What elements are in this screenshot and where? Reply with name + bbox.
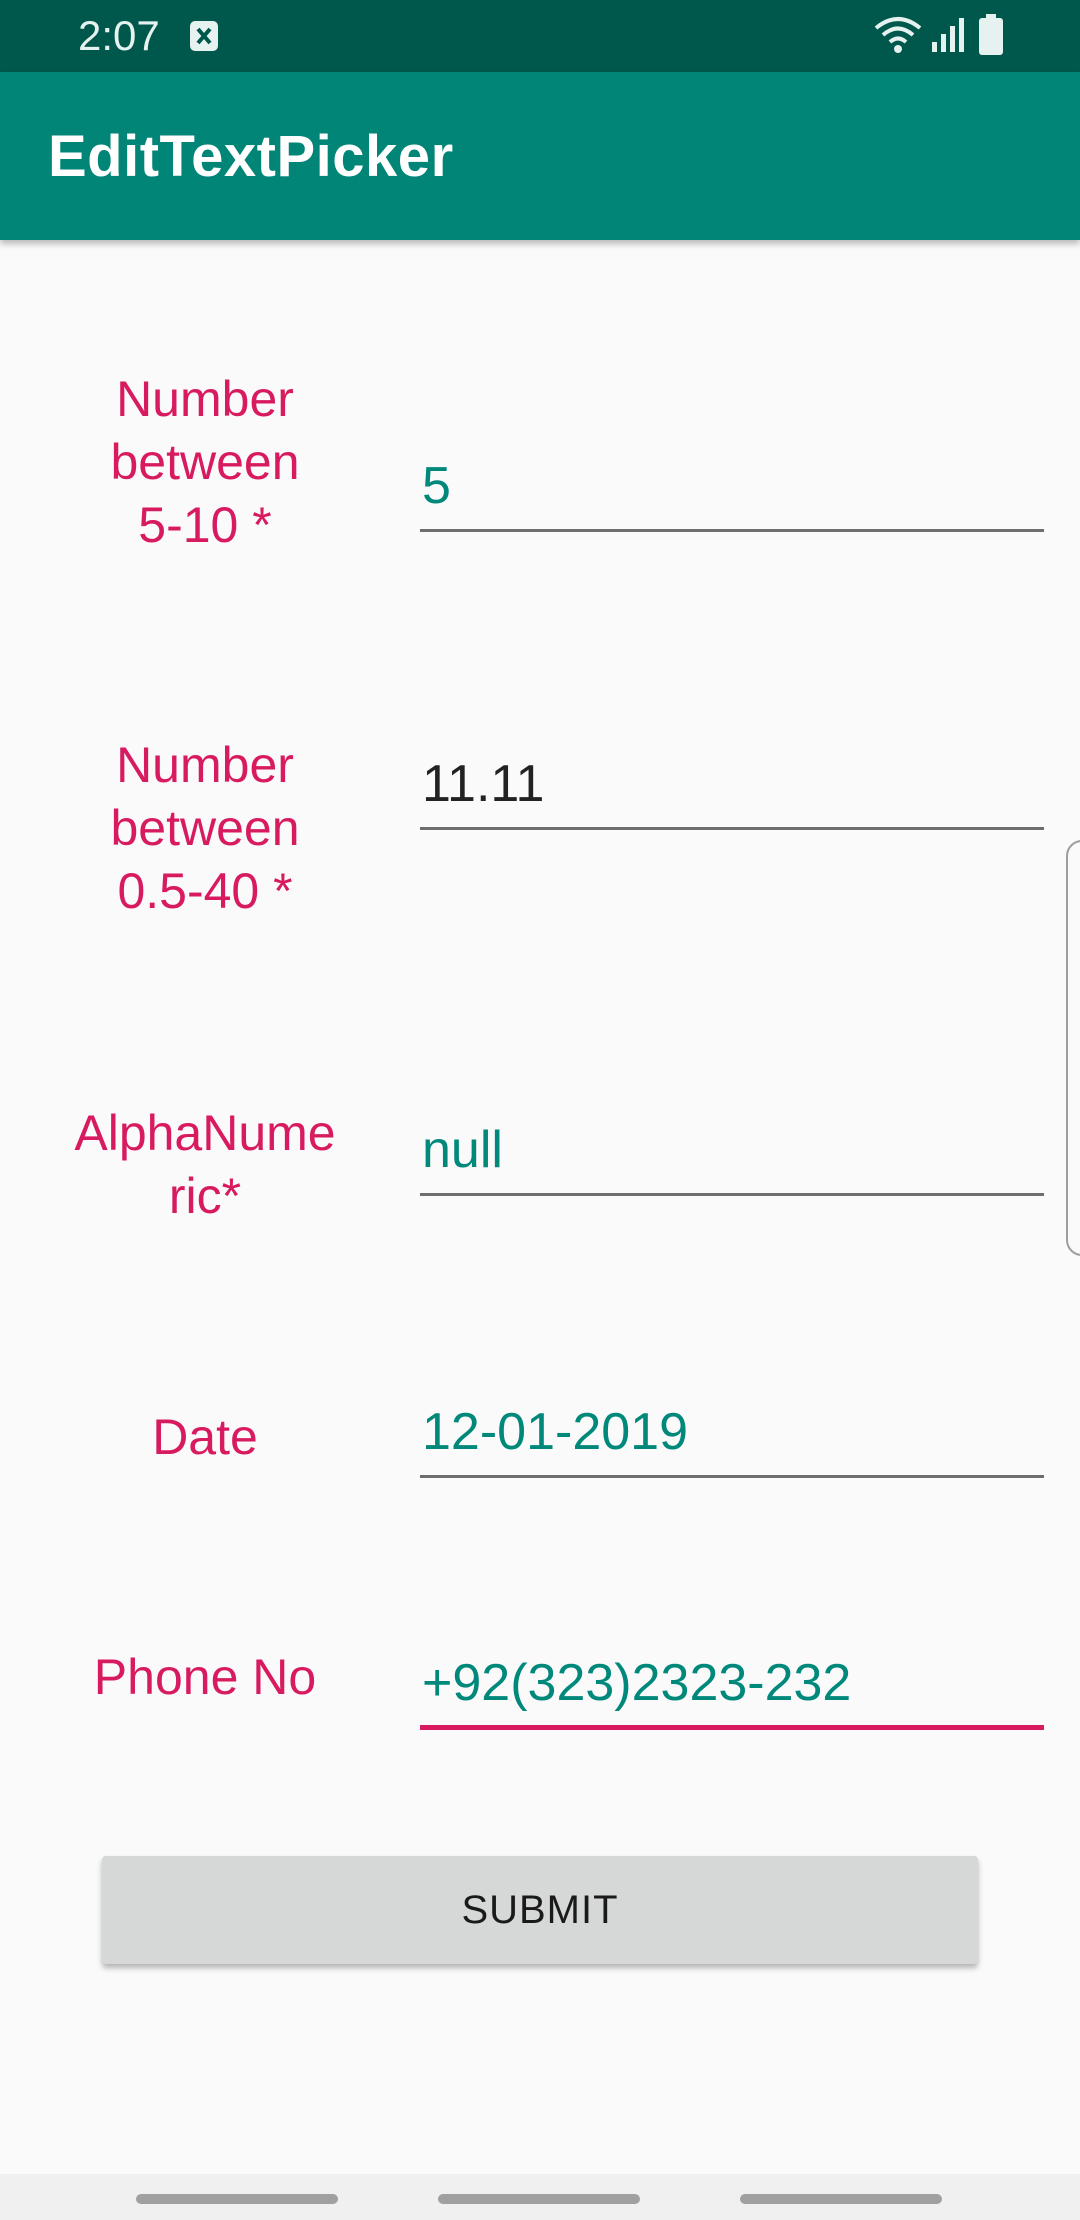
label-text: AlphaNume ric* <box>74 1105 336 1224</box>
app-title: EditTextPicker <box>48 124 454 189</box>
label-date: Date <box>40 1406 370 1469</box>
label-text: Date <box>152 1409 258 1465</box>
nav-home-pill[interactable] <box>438 2194 640 2204</box>
label-text: Phone No <box>93 1649 317 1705</box>
phone-no-input[interactable] <box>420 1640 1044 1730</box>
label-number-0-5-40: Number between 0.5-40 * <box>40 734 370 923</box>
submit-button[interactable]: SUBMIT <box>102 1856 978 1964</box>
date-input[interactable] <box>420 1388 1044 1478</box>
number-5-10-input[interactable] <box>420 442 1044 532</box>
status-time: 2:07 <box>78 12 160 59</box>
label-text: Number between 0.5-40 * <box>110 737 300 919</box>
label-text: Number between 5-10 * <box>110 371 300 553</box>
battery-icon <box>979 14 1003 55</box>
label-alphanumeric: AlphaNume ric* <box>40 1102 370 1228</box>
notification-icon <box>190 21 218 51</box>
nav-recents-pill[interactable] <box>136 2194 338 2204</box>
number-0-5-40-input[interactable] <box>420 740 1044 830</box>
label-number-5-10: Number between 5-10 * <box>40 368 370 557</box>
nav-back-pill[interactable] <box>740 2194 942 2204</box>
status-bar: 2:07 <box>0 0 1080 72</box>
app-bar: EditTextPicker <box>0 72 1080 240</box>
navigation-bar <box>0 2174 1080 2220</box>
alphanumeric-input[interactable] <box>420 1106 1044 1196</box>
signal-icon <box>932 18 964 52</box>
label-phone-no: Phone No <box>40 1646 370 1709</box>
wifi-icon <box>874 17 922 53</box>
scroll-handle[interactable] <box>1066 840 1080 1256</box>
